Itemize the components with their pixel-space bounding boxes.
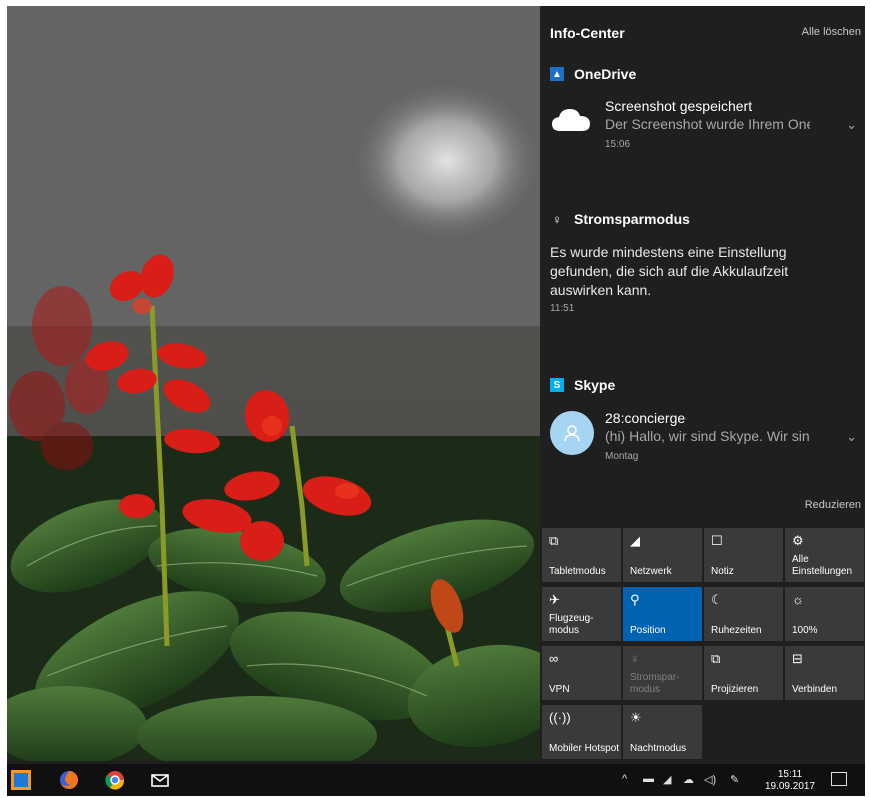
quick-action-label: Projizieren	[711, 684, 759, 695]
clock-date: 19.09.2017	[764, 781, 816, 792]
cloud-icon	[552, 109, 590, 131]
quick-action-label: Notiz	[711, 566, 734, 577]
mail-icon[interactable]	[150, 770, 170, 790]
quick-action-tile[interactable]: ⊟ Verbinden	[785, 646, 864, 700]
quick-action-label: Verbinden	[792, 684, 838, 695]
clear-all-link[interactable]: Alle löschen	[802, 26, 861, 38]
skype-app-icon: S	[550, 378, 564, 392]
quick-action-tile[interactable]: ♀ Stromspar-modus	[623, 646, 702, 700]
quick-action-tile[interactable]: ◢ Netzwerk	[623, 528, 702, 582]
firefox-icon[interactable]	[59, 770, 79, 790]
brightness-icon: ☼	[792, 592, 804, 607]
onedrive-tray-icon[interactable]: ☁	[683, 773, 694, 786]
battery-icon[interactable]: ▬	[643, 773, 654, 785]
quick-action-tile[interactable]: ✈ Flugzeug-modus	[542, 587, 621, 641]
notification-text: (hi) Hallo, wir sind Skype. Wir sind hie…	[605, 428, 810, 444]
settings-gear-icon: ⚙	[792, 533, 804, 548]
group-header-battery-saver[interactable]: ♀ Stromsparmodus	[550, 211, 690, 227]
connect-icon: ⊟	[792, 651, 803, 666]
quick-action-tile[interactable]: ⧉ Projizieren	[704, 646, 783, 700]
notification-battery-saver-text[interactable]: Es wurde mindestens eine Einstellung gef…	[550, 243, 810, 300]
person-icon	[564, 425, 580, 442]
vpn-icon: ∞	[549, 651, 559, 666]
notification-title: Screenshot gespeichert	[605, 98, 753, 114]
quick-action-label: Alle Einstellungen	[792, 554, 853, 577]
action-center: Info-Center Alle löschen ▲ OneDrive Scre…	[540, 6, 865, 761]
quick-action-tile[interactable]: ☐ Notiz	[704, 528, 783, 582]
group-name: Skype	[574, 377, 616, 393]
notification-time: 15:06	[605, 139, 631, 150]
battery-saver-app-icon: ♀	[552, 211, 562, 227]
quick-action-tile[interactable]: ⚙ Alle Einstellungen	[785, 528, 864, 582]
contact-avatar	[550, 411, 594, 455]
pen-workspace-icon[interactable]: ✎	[730, 773, 739, 786]
notification-title: 28:concierge	[605, 410, 686, 426]
moon-icon: ☾	[711, 592, 723, 607]
note-icon: ☐	[711, 533, 723, 548]
quick-action-label: Position	[630, 625, 666, 636]
project-icon: ⧉	[711, 651, 721, 666]
notification-body: 28:concierge (hi) Hallo, wir sind Skype.…	[605, 409, 825, 462]
notification-body: Screenshot gespeichert Der Screenshot wu…	[605, 97, 825, 150]
network-icon: ◢	[630, 533, 640, 548]
group-header-onedrive[interactable]: ▲ OneDrive	[550, 66, 636, 82]
notification-time: Montag	[605, 451, 639, 462]
location-icon: ⚲	[630, 592, 640, 607]
quick-action-label: Nachtmodus	[630, 743, 687, 754]
quick-action-label: Ruhezeiten	[711, 625, 762, 636]
night-light-icon: ☀	[630, 710, 642, 725]
group-name: OneDrive	[574, 66, 637, 82]
volume-icon[interactable]: ◁)	[704, 773, 716, 786]
quick-action-label: Netzwerk	[630, 566, 672, 577]
quick-action-label: Flugzeug-modus	[549, 613, 594, 636]
quick-action-label: Stromspar-modus	[630, 672, 680, 695]
hotspot-icon: ((·))	[549, 710, 571, 725]
quick-action-tile[interactable]: ☼ 100%	[785, 587, 864, 641]
quick-action-tile[interactable]: ((·)) Mobiler Hotspot	[542, 705, 621, 759]
quick-action-tile[interactable]: ☀ Nachtmodus	[623, 705, 702, 759]
show-hidden-icons-chevron-icon[interactable]: ^	[622, 773, 627, 785]
quick-action-label: Mobiler Hotspot	[549, 743, 620, 754]
quick-action-label: Tabletmodus	[549, 566, 606, 577]
quick-action-tile[interactable]: ∞ VPN	[542, 646, 621, 700]
group-header-skype[interactable]: S Skype	[550, 377, 615, 393]
taskbar-clock[interactable]: 15:11 19.09.2017	[760, 769, 820, 793]
quick-action-tile[interactable]: ☾ Ruhezeiten	[704, 587, 783, 641]
notification-skype[interactable]: 28:concierge (hi) Hallo, wir sind Skype.…	[540, 409, 865, 469]
airplane-icon: ✈	[549, 592, 560, 607]
action-center-button-icon[interactable]	[831, 772, 847, 786]
tablet-mode-icon: ⧉	[549, 533, 559, 548]
clock-time: 15:11	[777, 769, 803, 780]
desktop-wallpaper	[7, 6, 540, 761]
notification-text: Der Screenshot wurde Ihrem OneDrive hinz…	[605, 116, 810, 132]
taskbar: ^ ▬ ◢ ☁ ◁) ✎ 15:11 19.09.2017	[7, 764, 865, 796]
quick-action-label: 100%	[792, 625, 818, 636]
battery-saver-icon: ♀	[630, 651, 640, 666]
quick-action-label: VPN	[549, 684, 570, 695]
wallpaper-image	[7, 6, 540, 761]
action-center-title: Info-Center	[550, 25, 625, 41]
quick-action-tile[interactable]: ⚲ Position	[623, 587, 702, 641]
media-player-icon[interactable]	[11, 770, 31, 790]
collapse-quick-actions-link[interactable]: Reduzieren	[805, 499, 861, 511]
wifi-icon[interactable]: ◢	[663, 773, 671, 786]
expand-chevron-icon[interactable]: ⌄	[846, 429, 857, 445]
onedrive-app-icon: ▲	[550, 67, 564, 81]
notification-onedrive[interactable]: Screenshot gespeichert Der Screenshot wu…	[540, 97, 865, 157]
quick-action-tile[interactable]: ⧉ Tabletmodus	[542, 528, 621, 582]
chrome-icon[interactable]	[105, 770, 125, 790]
expand-chevron-icon[interactable]: ⌄	[846, 117, 857, 133]
notification-time: 11:51	[550, 303, 575, 314]
screen: Info-Center Alle löschen ▲ OneDrive Scre…	[7, 6, 865, 796]
group-name: Stromsparmodus	[574, 211, 690, 227]
